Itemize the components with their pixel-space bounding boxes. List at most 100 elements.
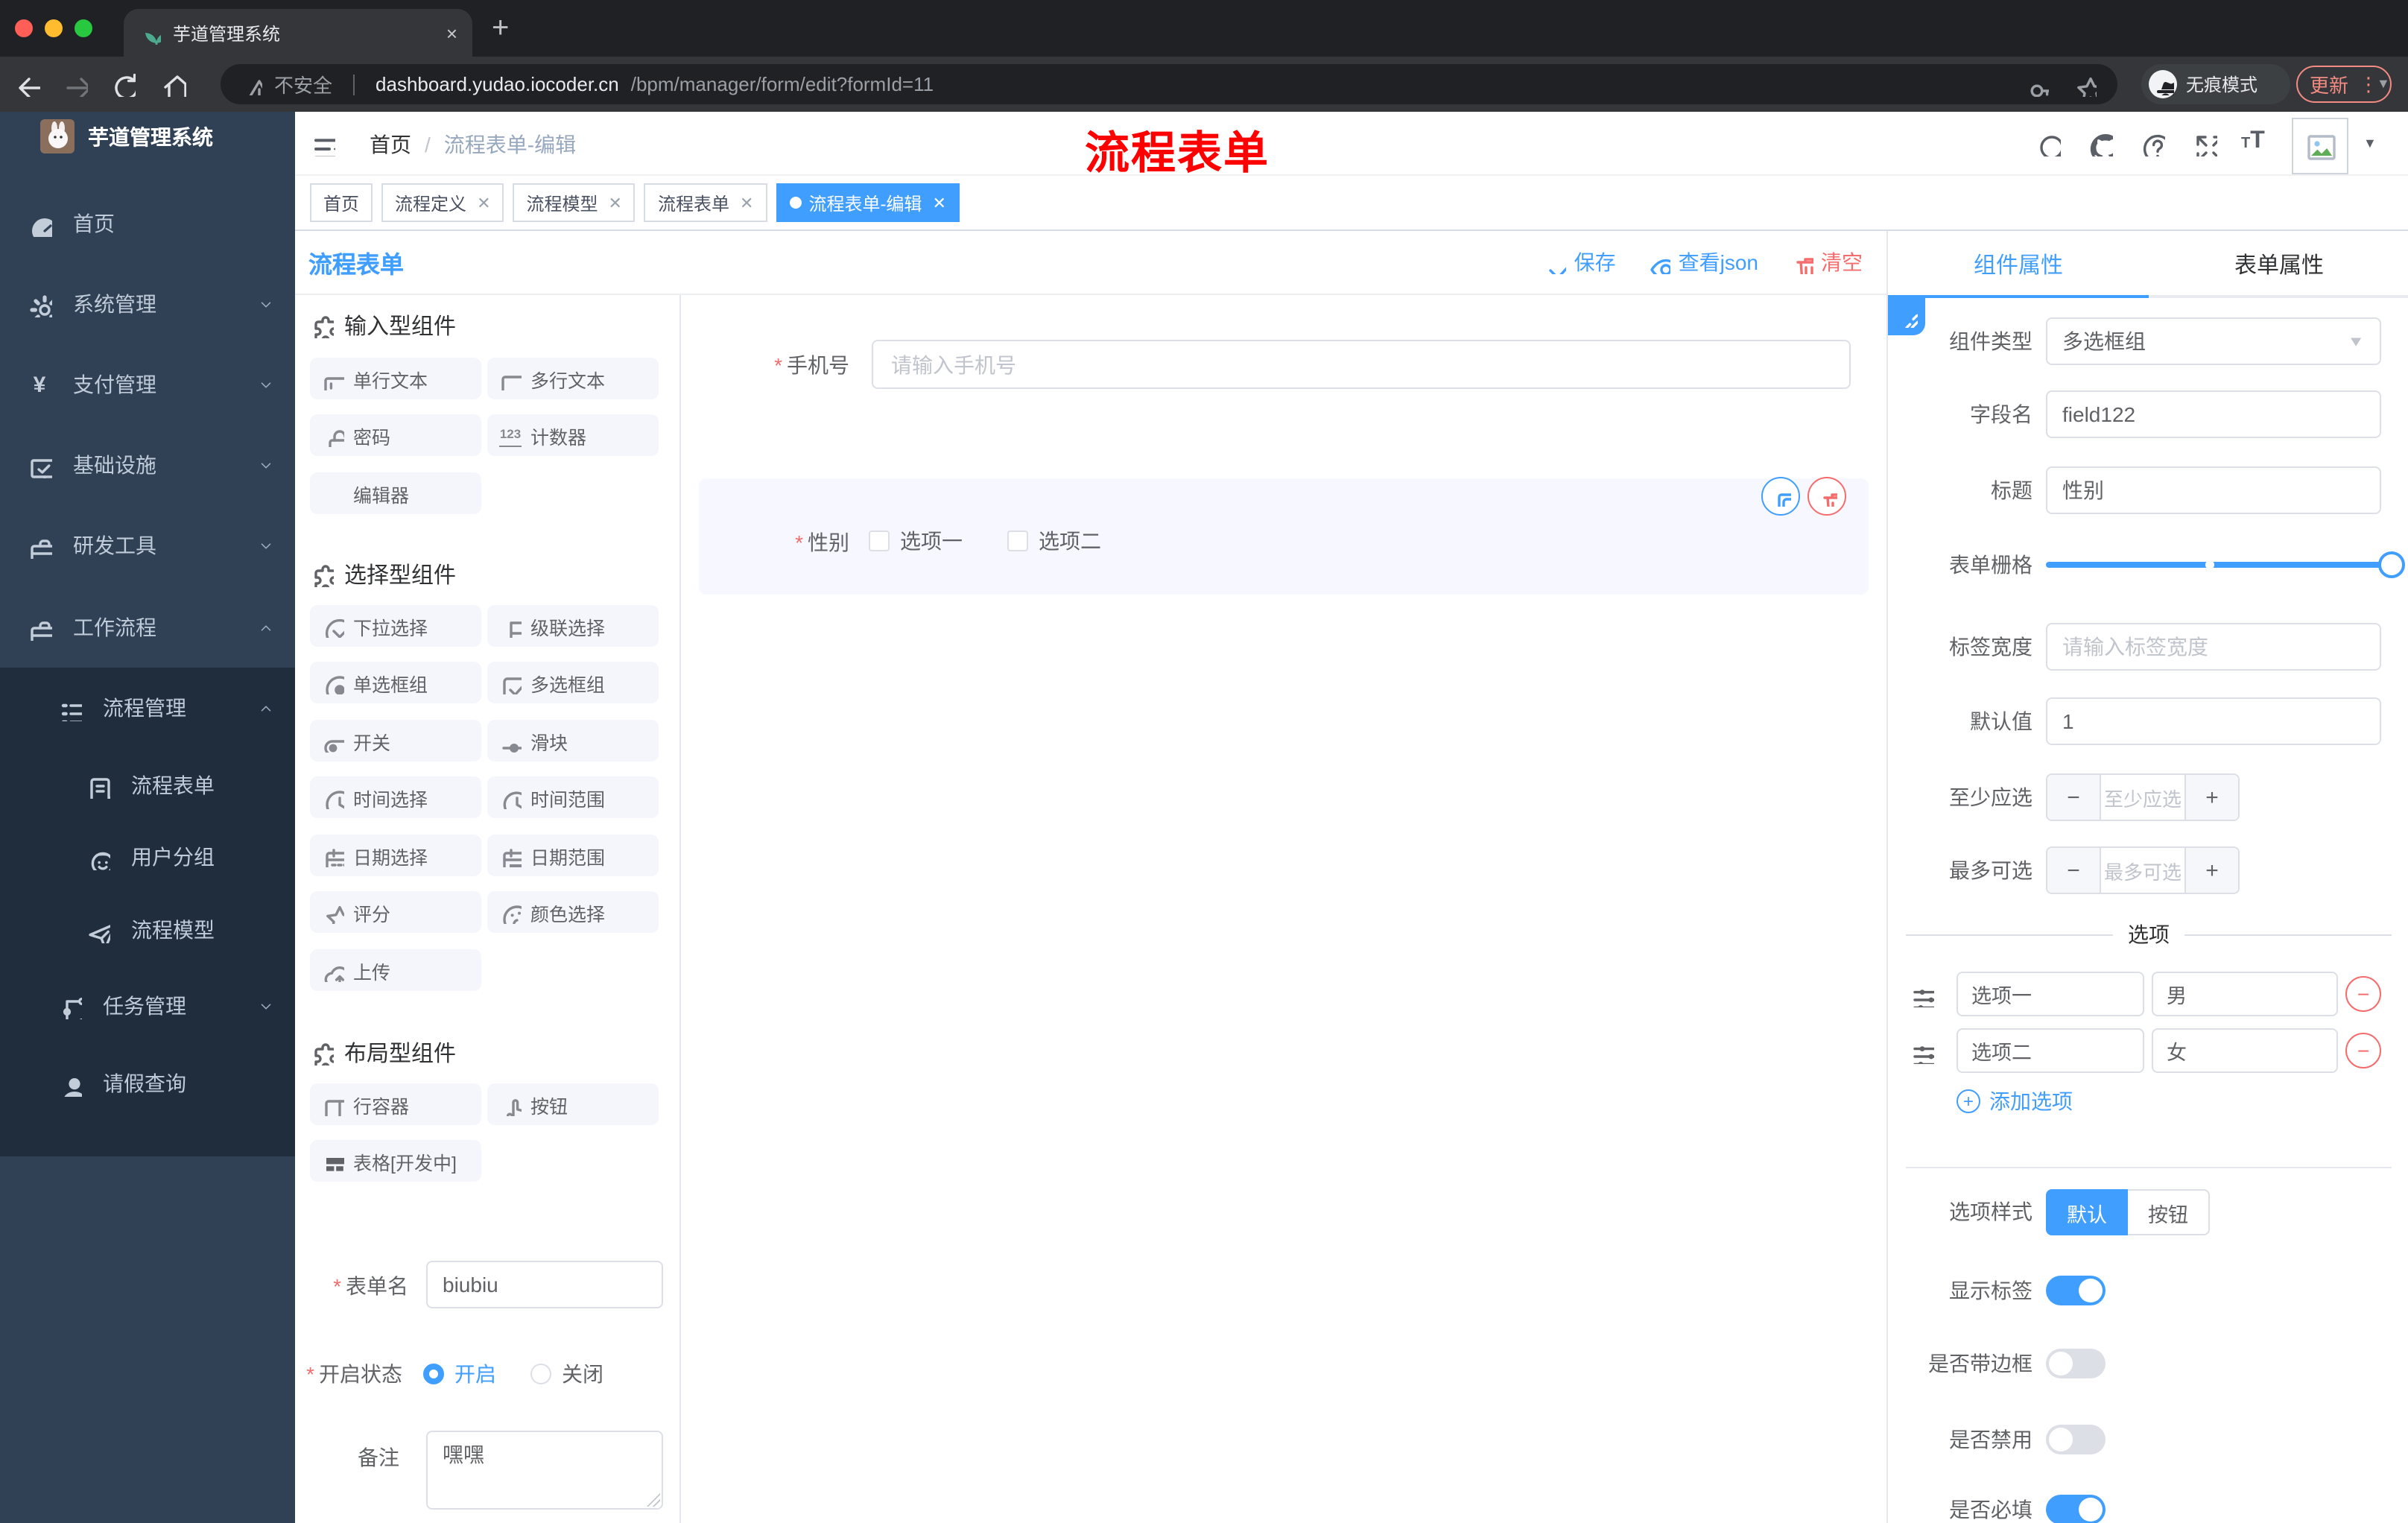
tag-process-definition[interactable]: 流程定义 ✕ [381, 183, 504, 222]
status-radio-on[interactable]: 开启 [423, 1359, 496, 1389]
sidebar-item-leave-query[interactable]: 请假查询 [0, 1046, 295, 1121]
comp-time-range[interactable]: 时间范围 [487, 776, 659, 818]
back-icon[interactable] [13, 70, 40, 97]
comp-rate[interactable]: 评分 [310, 891, 481, 933]
save-button[interactable]: 保存 [1544, 247, 1616, 277]
comp-radio-group[interactable]: 单选框组 [310, 662, 481, 703]
delete-component-button[interactable] [1807, 477, 1846, 516]
tag-close-icon[interactable]: ✕ [477, 193, 490, 212]
bookmark-star-icon[interactable] [2073, 72, 2097, 96]
component-type-select[interactable]: 多选框组 ▼ [2046, 317, 2381, 365]
comp-date-picker[interactable]: 日期选择 [310, 835, 481, 876]
form-remark-textarea[interactable]: 嘿嘿 [426, 1431, 663, 1510]
sidebar-item-user-group[interactable]: 用户分组 [0, 820, 295, 894]
password-key-icon[interactable] [2025, 72, 2049, 96]
comp-editor[interactable]: 编辑器 [310, 472, 481, 514]
reload-icon[interactable] [109, 70, 136, 97]
checkbox-icon[interactable] [1007, 531, 1028, 551]
drag-handle-icon[interactable] [1909, 982, 1934, 1007]
tag-close-icon[interactable]: ✕ [609, 193, 622, 212]
drag-handle-icon[interactable] [1909, 1039, 1934, 1064]
slider-handle[interactable] [2378, 551, 2405, 578]
status-radio-off[interactable]: 关闭 [530, 1359, 603, 1389]
comp-time-picker[interactable]: 时间选择 [310, 776, 481, 818]
option2-value-input[interactable] [2152, 1028, 2338, 1073]
form-name-input[interactable] [426, 1261, 663, 1308]
tag-home[interactable]: 首页 [310, 183, 373, 222]
sidebar-item-process-model[interactable]: 流程模型 [0, 893, 295, 967]
comp-select[interactable]: 下拉选择 [310, 605, 481, 647]
security-label[interactable]: 不安全 [274, 70, 332, 98]
font-size-icon[interactable]: TT [2241, 128, 2265, 155]
stepper-plus-button[interactable]: + [2186, 848, 2238, 893]
stepper-plus-button[interactable]: + [2186, 775, 2238, 820]
comp-date-range[interactable]: 日期范围 [487, 835, 659, 876]
browser-tab[interactable]: 芋道管理系统 × [124, 9, 472, 57]
url-host[interactable]: dashboard.yudao.iocoder.cn [376, 73, 619, 95]
hamburger-icon[interactable] [310, 131, 335, 156]
comp-cascader[interactable]: 级联选择 [487, 605, 659, 647]
sidebar-item-task-management[interactable]: 任务管理 [0, 969, 295, 1043]
selected-component-gender[interactable]: * 性别 选项一 选项二 [699, 477, 1869, 595]
update-label[interactable]: 更新 [2310, 70, 2348, 98]
tab-component-props[interactable]: 组件属性 [1888, 231, 2149, 298]
home-icon[interactable] [159, 70, 186, 97]
sidebar-item-workflow[interactable]: 工作流程 [0, 590, 295, 665]
label-width-input[interactable] [2046, 623, 2381, 671]
window-minimize-button[interactable] [45, 19, 63, 37]
remove-option2-button[interactable]: − [2345, 1033, 2381, 1068]
clear-button[interactable]: 清空 [1791, 247, 1863, 277]
github-icon[interactable] [2088, 131, 2113, 156]
browser-menu-icon[interactable]: ⋮ [2359, 72, 2378, 96]
new-tab-button[interactable]: + [492, 10, 509, 46]
tag-process-form-edit[interactable]: 流程表单-编辑 ✕ [776, 183, 960, 222]
sidebar-item-payment[interactable]: ¥ 支付管理 [0, 347, 295, 422]
sidebar-item-process-form[interactable]: 流程表单 [0, 748, 295, 823]
sidebar-item-system[interactable]: 系统管理 [0, 267, 295, 341]
stepper-minus-button[interactable]: − [2047, 848, 2100, 893]
option2-name-input[interactable] [1956, 1028, 2144, 1073]
default-value-input[interactable] [2046, 697, 2381, 745]
comp-checkbox-group[interactable]: 多选框组 [487, 662, 659, 703]
title-input[interactable] [2046, 466, 2381, 514]
remove-option1-button[interactable]: − [2345, 976, 2381, 1012]
tag-close-icon[interactable]: ✕ [932, 193, 945, 212]
tag-process-model[interactable]: 流程模型 ✕ [513, 183, 636, 222]
sidebar-item-dev-tools[interactable]: 研发工具 [0, 508, 295, 583]
comp-counter[interactable]: 123 计数器 [487, 414, 659, 456]
design-canvas[interactable]: *手机号 *性别 选项一 选项二 [681, 295, 1886, 1523]
tab-form-props[interactable]: 表单属性 [2149, 231, 2408, 298]
comp-table[interactable]: 表格[开发中] [310, 1140, 481, 1182]
field-name-input[interactable] [2046, 390, 2381, 438]
style-default-button[interactable]: 默认 [2046, 1189, 2128, 1235]
comp-slider[interactable]: 滑块 [487, 720, 659, 762]
gender-checkbox-option1[interactable]: 选项一 [869, 526, 963, 556]
avatar[interactable] [2292, 118, 2348, 174]
comp-upload[interactable]: 上传 [310, 949, 481, 991]
comp-button[interactable]: 按钮 [487, 1083, 659, 1125]
comp-textarea[interactable]: 多行文本 [487, 358, 659, 399]
comp-color-picker[interactable]: 颜色选择 [487, 891, 659, 933]
required-toggle[interactable] [2046, 1495, 2106, 1523]
comp-text-input[interactable]: 单行文本 [310, 358, 481, 399]
help-icon[interactable] [2140, 131, 2165, 156]
add-option-button[interactable]: + 添加选项 [1956, 1086, 2073, 1116]
comp-row-container[interactable]: 行容器 [310, 1083, 481, 1125]
search-icon[interactable] [2035, 131, 2061, 156]
style-button-button[interactable]: 按钮 [2128, 1189, 2210, 1235]
url-path[interactable]: /bpm/manager/form/edit?formId=11 [631, 73, 934, 95]
sidebar-item-home[interactable]: 首页 [0, 186, 295, 261]
stepper-input[interactable]: 最多可选 [2100, 848, 2186, 893]
checkbox-icon[interactable] [869, 531, 890, 551]
show-label-toggle[interactable] [2046, 1276, 2106, 1305]
forward-icon[interactable] [61, 70, 88, 97]
breadcrumb-home[interactable]: 首页 [370, 129, 411, 159]
view-json-button[interactable]: 查看json [1649, 247, 1758, 277]
stepper-input[interactable]: 至少应选 [2100, 775, 2186, 820]
tag-close-icon[interactable]: ✕ [740, 193, 753, 212]
option1-name-input[interactable] [1956, 972, 2144, 1016]
address-bar[interactable]: 不安全 dashboard.yudao.iocoder.cn/bpm/manag… [221, 64, 2117, 104]
textarea-resize-handle[interactable] [647, 1493, 660, 1507]
comp-password[interactable]: 密码 [310, 414, 481, 456]
gender-checkbox-option2[interactable]: 选项二 [1007, 526, 1101, 556]
